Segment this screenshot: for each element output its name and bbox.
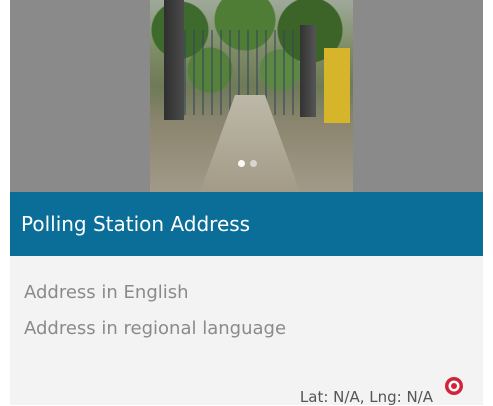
- address-regional: Address in regional language: [24, 318, 287, 339]
- address-english: Address in English: [24, 282, 189, 303]
- section-header: Polling Station Address: [10, 192, 483, 256]
- photo-gate-pillar-left: [164, 0, 184, 120]
- coordinates-text: Lat: N/A, Lng: N/A: [299, 388, 433, 406]
- address-panel: Address in English Address in regional l…: [10, 256, 483, 406]
- photo-gate-pillar-right: [300, 25, 316, 117]
- section-title: Polling Station Address: [21, 212, 251, 236]
- carousel-dot[interactable]: [250, 160, 257, 167]
- image-carousel[interactable]: [10, 0, 483, 192]
- carousel-dot-active[interactable]: [238, 160, 245, 167]
- photo-signboard: [324, 48, 350, 123]
- location-pin-icon[interactable]: [443, 376, 465, 398]
- carousel-indicator: [238, 160, 257, 167]
